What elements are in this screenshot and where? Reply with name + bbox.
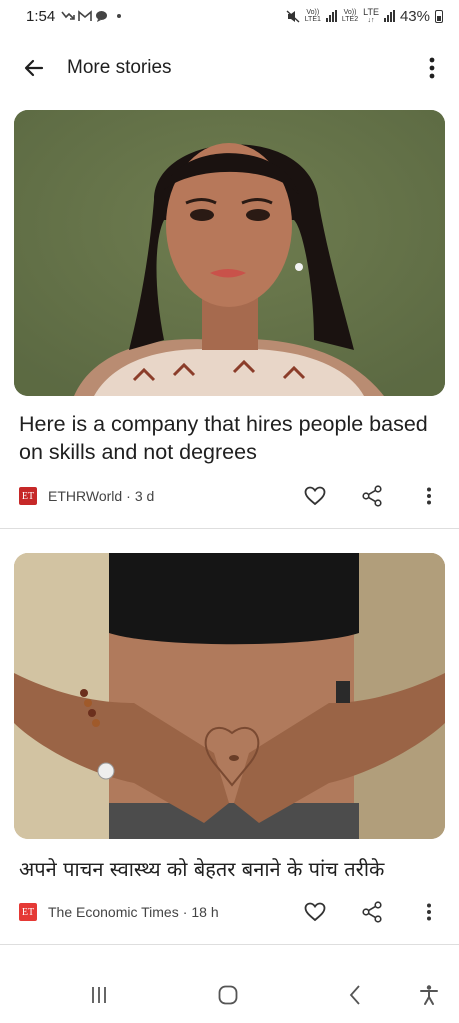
wellness-photo xyxy=(14,553,445,839)
portrait-photo xyxy=(14,110,445,396)
story-image-2[interactable] xyxy=(14,553,445,839)
missed-call-icon xyxy=(61,11,76,20)
sim1-top: Vo)) xyxy=(306,9,320,16)
meta-separator: · xyxy=(182,904,188,920)
lte-label: LTE ↓↑ xyxy=(363,7,379,25)
chevron-left-icon xyxy=(349,985,360,1005)
more-vert-icon xyxy=(429,57,435,79)
notification-icons xyxy=(61,10,122,22)
bottom-divider xyxy=(0,944,459,945)
status-left: 1:54 xyxy=(26,7,122,25)
status-time: 1:54 xyxy=(26,7,56,25)
dot-icon xyxy=(117,14,122,18)
signal-icon-2 xyxy=(383,10,395,22)
story-more-button[interactable] xyxy=(417,900,441,924)
share-button[interactable] xyxy=(360,484,384,508)
sim2-label: Vo)) LTE2 xyxy=(342,9,358,23)
mute-icon xyxy=(286,9,300,23)
more-vert-icon xyxy=(427,903,431,921)
heart-icon xyxy=(304,902,326,922)
status-bar: 1:54 Vo)) LTE1 Vo)) LTE2 LTE ↓↑ 43% xyxy=(0,0,459,32)
sim1-bottom: LTE1 xyxy=(304,16,321,23)
share-icon xyxy=(362,901,382,923)
signal-icon-1 xyxy=(325,10,337,22)
story-image-1[interactable] xyxy=(14,110,445,396)
story-meta-2: ET The Economic Times · 18 h xyxy=(19,897,439,927)
more-vert-icon xyxy=(427,487,431,505)
story-meta-1: ET ETHRWorld · 3 d xyxy=(19,481,439,511)
source-name[interactable]: ETHRWorld xyxy=(48,488,122,504)
source-logo: ET xyxy=(19,903,37,921)
back-button[interactable] xyxy=(20,54,48,82)
system-back-button[interactable] xyxy=(340,980,370,1010)
gmail-icon xyxy=(78,10,93,21)
share-icon xyxy=(362,485,382,507)
lte-top: LTE xyxy=(363,7,379,17)
story-age: 18 h xyxy=(191,904,219,920)
accessibility-button[interactable] xyxy=(414,980,444,1010)
chat-icon xyxy=(96,11,108,22)
story-headline-1[interactable]: Here is a company that hires people base… xyxy=(19,410,439,466)
home-icon xyxy=(218,985,238,1005)
heart-icon xyxy=(304,486,326,506)
sim2-bottom: LTE2 xyxy=(341,16,359,23)
source-name[interactable]: The Economic Times xyxy=(48,904,179,920)
sim1-label: Vo)) LTE1 xyxy=(305,9,321,23)
battery-percent: 43% xyxy=(399,7,430,25)
overflow-menu-button[interactable] xyxy=(420,54,444,82)
sim2-top: Vo)) xyxy=(343,9,357,16)
story-age: 3 d xyxy=(134,488,155,504)
recent-apps-icon xyxy=(92,987,106,1003)
page-title: More stories xyxy=(67,57,172,78)
arrow-left-icon xyxy=(24,59,44,77)
status-right: Vo)) LTE1 Vo)) LTE2 LTE ↓↑ 43% xyxy=(286,8,443,25)
share-button[interactable] xyxy=(360,900,384,924)
story-headline-2[interactable]: अपने पाचन स्वास्थ्य को बेहतर बनाने के पा… xyxy=(19,855,439,883)
app-bar: More stories xyxy=(0,44,459,92)
system-nav-bar xyxy=(0,970,459,1023)
recent-apps-button[interactable] xyxy=(84,980,114,1010)
source-logo: ET xyxy=(19,487,37,505)
home-button[interactable] xyxy=(213,980,243,1010)
accessibility-icon xyxy=(420,985,438,1005)
like-button[interactable] xyxy=(303,484,327,508)
meta-separator: · xyxy=(126,488,131,504)
story-more-button[interactable] xyxy=(417,484,441,508)
lte-arrows-icon: ↓↑ xyxy=(367,17,375,24)
story-divider xyxy=(0,528,459,529)
battery-icon xyxy=(435,9,443,23)
like-button[interactable] xyxy=(303,900,327,924)
